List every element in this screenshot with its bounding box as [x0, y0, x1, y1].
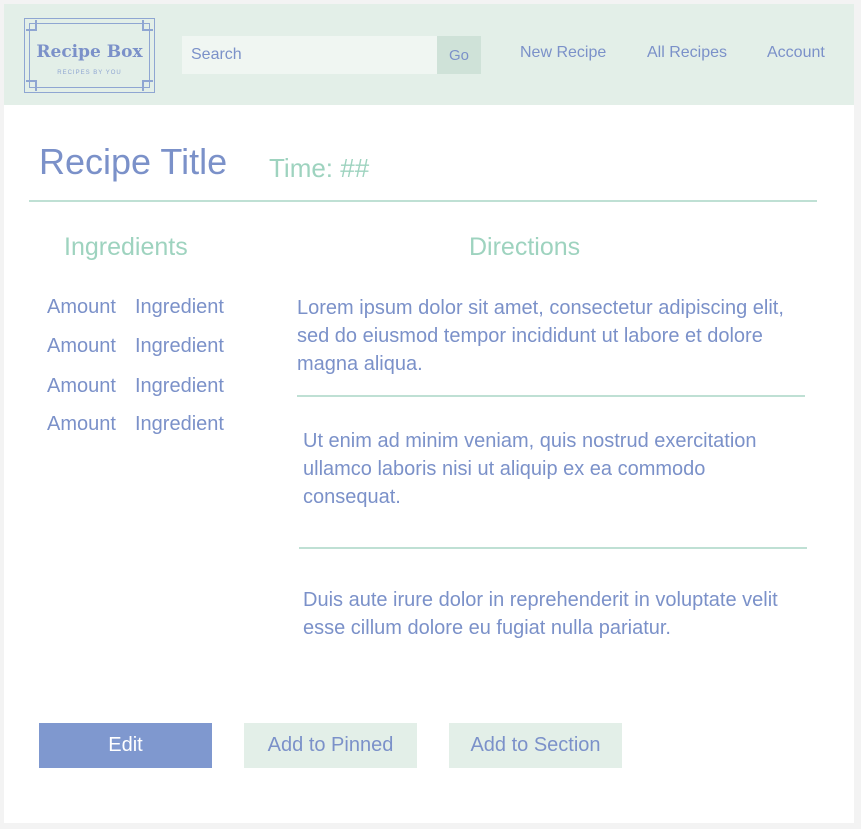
- nav-account-link[interactable]: Account: [767, 44, 825, 62]
- ingredient-name: Ingredient: [135, 413, 224, 435]
- direction-step: Ut enim ad minim veniam, quis nostrud ex…: [303, 430, 757, 508]
- recipe-time: Time: ##: [269, 153, 370, 183]
- logo-corner-ornament: [26, 80, 37, 91]
- ingredient-name: Ingredient: [135, 296, 224, 318]
- nav-all-recipes-link[interactable]: All Recipes: [647, 44, 727, 62]
- directions-heading: Directions: [469, 233, 581, 261]
- ingredient-name: Ingredient: [135, 335, 224, 357]
- add-to-pinned-button[interactable]: Add to Pinned: [244, 723, 417, 768]
- direction-divider: [297, 395, 805, 397]
- ingredient-amount: Amount: [47, 413, 116, 435]
- ingredient-amount: Amount: [47, 296, 116, 318]
- direction-step: Lorem ipsum dolor sit amet, consectetur …: [297, 297, 784, 375]
- recipe-box-logo[interactable]: Recipe Box RECIPES BY YOU: [24, 18, 155, 93]
- recipe-title: Recipe Title: [39, 141, 228, 182]
- recipe-page: Recipe Box RECIPES BY YOU Go New Recipe …: [4, 4, 854, 823]
- logo-corner-ornament: [142, 20, 153, 31]
- edit-button[interactable]: Edit: [39, 723, 212, 768]
- direction-divider: [299, 547, 807, 549]
- search-input[interactable]: [182, 36, 437, 74]
- ingredient-name: Ingredient: [135, 375, 224, 397]
- nav-new-recipe-link[interactable]: New Recipe: [520, 44, 606, 62]
- ingredients-heading: Ingredients: [64, 233, 188, 261]
- direction-step: Duis aute irure dolor in reprehenderit i…: [303, 589, 778, 639]
- title-divider: [29, 200, 817, 202]
- logo-title: Recipe Box: [36, 42, 143, 62]
- add-to-section-button[interactable]: Add to Section: [449, 723, 622, 768]
- logo-corner-ornament: [26, 20, 37, 31]
- ingredient-amount: Amount: [47, 335, 116, 357]
- top-header: Recipe Box RECIPES BY YOU Go New Recipe …: [4, 4, 854, 105]
- logo-frame: Recipe Box RECIPES BY YOU: [26, 20, 153, 91]
- logo-subtitle: RECIPES BY YOU: [57, 70, 122, 76]
- ingredient-amount: Amount: [47, 375, 116, 397]
- search-go-button[interactable]: Go: [437, 36, 481, 74]
- logo-corner-ornament: [142, 80, 153, 91]
